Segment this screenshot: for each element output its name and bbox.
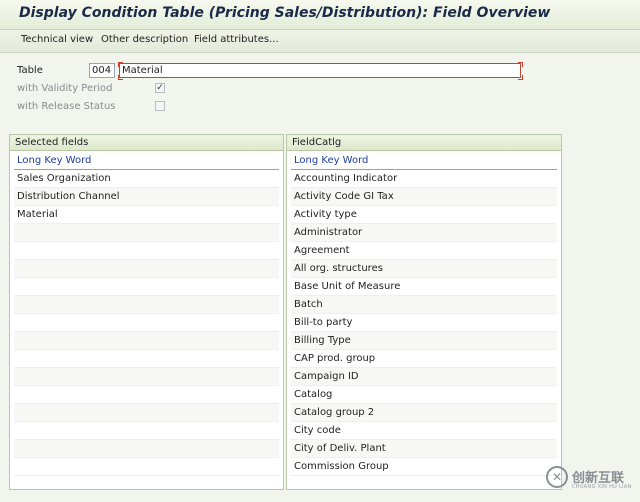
empty-row	[14, 278, 279, 296]
validity-period-checkbox[interactable]: ✓	[155, 83, 165, 93]
empty-row	[14, 296, 279, 314]
technical-view-button[interactable]: Technical view	[21, 34, 93, 45]
selected-fields-panel: Selected fields Long Key Word Sales Orga…	[9, 134, 284, 490]
release-status-checkbox[interactable]	[155, 101, 165, 111]
selected-field-row[interactable]: Distribution Channel	[14, 188, 279, 206]
field-catalog-title: FieldCatlg	[287, 135, 561, 151]
empty-row	[14, 242, 279, 260]
catalog-field-row[interactable]: Base Unit of Measure	[291, 278, 557, 296]
required-corner-tr	[518, 62, 523, 67]
selected-field-row[interactable]: Sales Organization	[14, 170, 279, 188]
catalog-field-row[interactable]: City of Deliv. Plant	[291, 440, 557, 458]
required-corner-tl	[118, 62, 123, 67]
empty-row	[14, 404, 279, 422]
other-description-button[interactable]: Other description	[101, 34, 188, 45]
catalog-field-row[interactable]: Activity type	[291, 206, 557, 224]
table-label: Table	[17, 65, 43, 76]
empty-row	[14, 332, 279, 350]
catalog-field-row[interactable]: All org. structures	[291, 260, 557, 278]
catalog-field-row[interactable]: Accounting Indicator	[291, 170, 557, 188]
selected-field-row[interactable]: Material	[14, 206, 279, 224]
catalog-field-row[interactable]: Administrator	[291, 224, 557, 242]
empty-row	[14, 386, 279, 404]
catalog-field-row[interactable]: Commission Group	[291, 458, 557, 476]
catalog-field-row[interactable]: Activity Code GI Tax	[291, 188, 557, 206]
catalog-field-row[interactable]: Billing Type	[291, 332, 557, 350]
empty-row	[14, 422, 279, 440]
empty-row	[14, 314, 279, 332]
selected-fields-title: Selected fields	[10, 135, 283, 151]
empty-row	[14, 458, 279, 476]
validity-period-label: with Validity Period	[17, 83, 113, 94]
catalog-field-row[interactable]: Agreement	[291, 242, 557, 260]
watermark-subtext: CHUANG XIN HU LIAN	[572, 484, 632, 490]
empty-row	[14, 368, 279, 386]
empty-row	[14, 350, 279, 368]
checkmark-icon: ✓	[156, 83, 164, 93]
catalog-field-row[interactable]: CAP prod. group	[291, 350, 557, 368]
catalog-field-row[interactable]: City code	[291, 422, 557, 440]
required-corner-bl	[118, 75, 123, 80]
watermark: ✕ 创新互联 CHUANG XIN HU LIAN	[546, 464, 640, 496]
empty-row	[14, 224, 279, 242]
table-description-field[interactable]: Material	[119, 63, 521, 78]
catalog-field-row[interactable]: Batch	[291, 296, 557, 314]
window-title: Display Condition Table (Pricing Sales/D…	[19, 5, 551, 21]
application-toolbar: Technical view Other description Field a…	[0, 30, 640, 53]
field-catalog-panel: FieldCatlg Long Key Word Accounting Indi…	[286, 134, 562, 490]
selected-fields-column-header[interactable]: Long Key Word	[14, 152, 279, 170]
table-number-field[interactable]: 004	[89, 63, 115, 78]
empty-row	[14, 440, 279, 458]
empty-row	[14, 260, 279, 278]
title-bar: Display Condition Table (Pricing Sales/D…	[0, 0, 640, 30]
catalog-field-row[interactable]: Catalog group 2	[291, 404, 557, 422]
field-attributes-button[interactable]: Field attributes...	[194, 34, 279, 45]
required-corner-br	[518, 75, 523, 80]
catalog-field-row[interactable]: Catalog	[291, 386, 557, 404]
catalog-field-row[interactable]: Bill-to party	[291, 314, 557, 332]
field-catalog-column-header[interactable]: Long Key Word	[291, 152, 557, 170]
watermark-logo-icon: ✕	[546, 466, 568, 488]
release-status-label: with Release Status	[17, 101, 116, 112]
catalog-field-row[interactable]: Campaign ID	[291, 368, 557, 386]
